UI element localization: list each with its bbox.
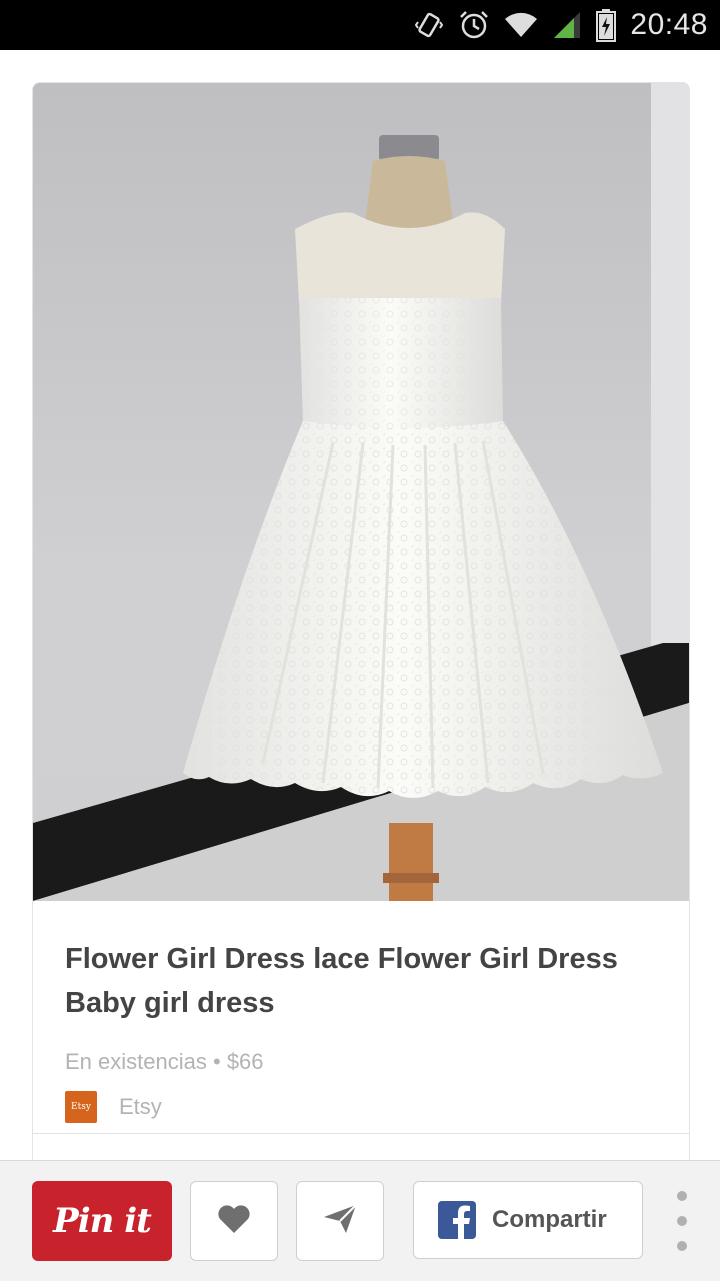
status-icons: 20:48 <box>414 0 708 50</box>
card-divider <box>33 1133 689 1134</box>
store-row[interactable]: Etsy Etsy <box>65 1091 162 1123</box>
status-time: 20:48 <box>630 8 708 41</box>
product-title[interactable]: Flower Girl Dress lace Flower Girl Dress… <box>65 937 665 1025</box>
action-bar: Pin it Compartir <box>0 1160 720 1281</box>
like-button[interactable] <box>190 1181 278 1261</box>
meta-separator: • <box>212 1049 221 1074</box>
send-icon <box>322 1203 358 1240</box>
battery-icon <box>596 8 617 42</box>
wifi-icon <box>504 11 538 39</box>
more-vertical-icon[interactable] <box>668 1191 696 1251</box>
etsy-logo-icon: Etsy <box>65 1091 97 1123</box>
share-facebook-button[interactable]: Compartir <box>413 1181 643 1259</box>
product-info: Flower Girl Dress lace Flower Girl Dress… <box>33 901 689 1131</box>
pin-it-button[interactable]: Pin it <box>32 1181 172 1261</box>
price-text: $66 <box>226 1049 264 1074</box>
pin-card[interactable]: Flower Girl Dress lace Flower Girl Dress… <box>32 82 690 1184</box>
alarm-icon <box>458 9 490 41</box>
vibrate-icon <box>414 10 444 40</box>
product-image[interactable] <box>33 83 689 901</box>
availability-text: En existencias <box>65 1049 207 1074</box>
signal-icon <box>552 10 582 40</box>
pin-card-area: Flower Girl Dress lace Flower Girl Dress… <box>0 50 720 1184</box>
send-button[interactable] <box>296 1181 384 1261</box>
heart-icon <box>217 1204 251 1239</box>
share-label: Compartir <box>492 1206 607 1233</box>
facebook-icon <box>438 1201 476 1239</box>
status-bar: 20:48 <box>0 0 720 50</box>
store-name[interactable]: Etsy <box>119 1094 162 1120</box>
product-meta: En existencias • $66 <box>65 1049 264 1075</box>
